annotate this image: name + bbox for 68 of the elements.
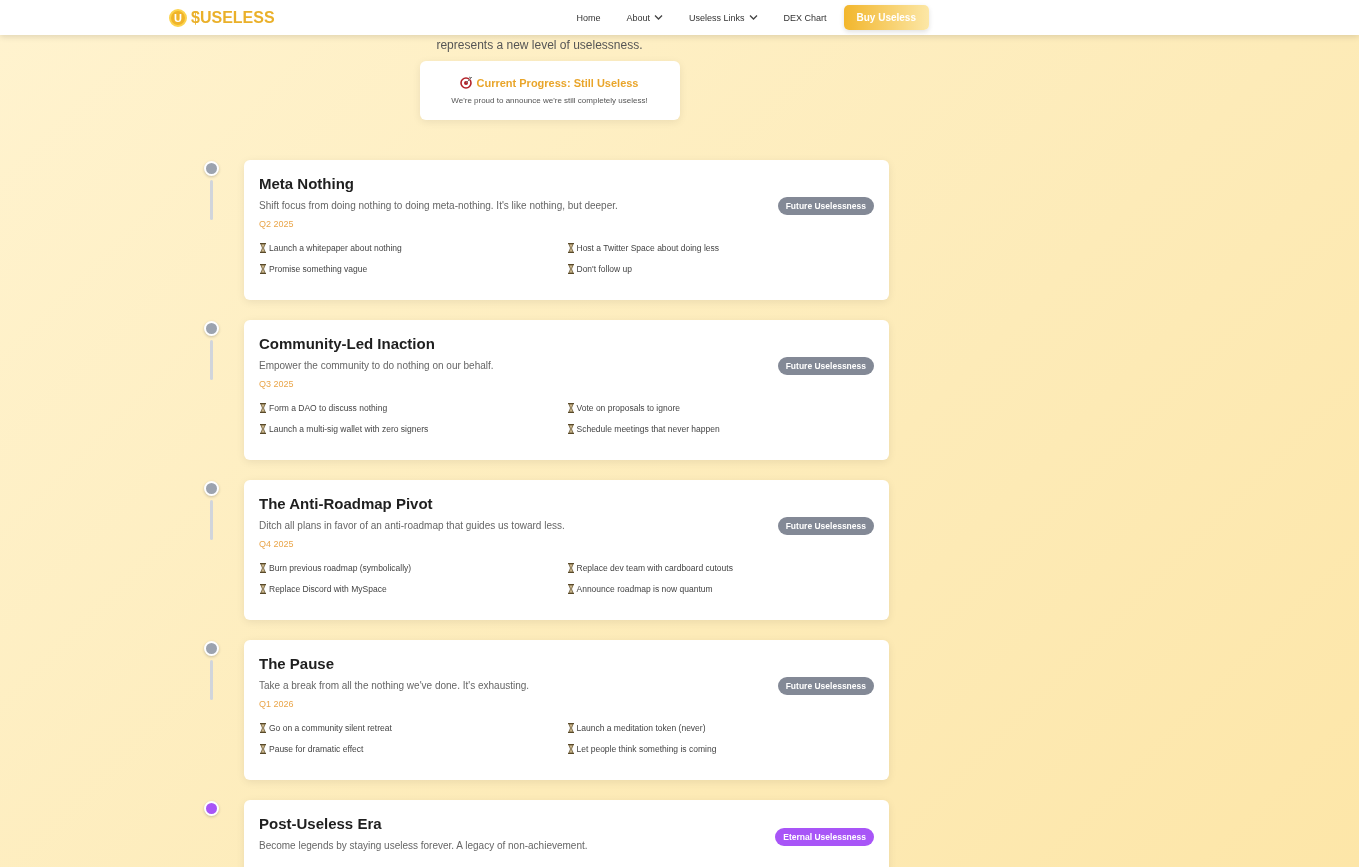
milestone-text: Schedule meetings that never happen [576, 424, 720, 434]
timeline-line [210, 500, 213, 540]
milestone-text: Burn previous roadmap (symbolically) [269, 563, 412, 573]
phase-date: Q2 2025 [259, 219, 295, 229]
milestone-text: Vote on proposals to ignore [576, 403, 680, 413]
milestone-text: Pause for dramatic effect [269, 744, 364, 754]
timeline-dot [204, 481, 219, 496]
nav-link[interactable]: Useless Links [688, 12, 758, 23]
hourglass-icon [566, 584, 575, 594]
timeline-dot [204, 161, 219, 176]
hourglass-icon [566, 563, 575, 573]
hourglass-icon [259, 264, 267, 274]
milestone-text: Go on a community silent retreat [269, 723, 392, 733]
hourglass-icon [259, 403, 267, 413]
milestone-text: Launch a meditation token (never) [576, 723, 706, 733]
timeline-line [210, 180, 213, 220]
phase-date: Q1 2026 [259, 699, 295, 709]
hourglass-icon [259, 584, 267, 594]
status-badge: Eternal Uselessness [775, 828, 874, 846]
phase-title: Community-Led Inaction [259, 335, 436, 352]
nav-link[interactable]: DEX Chart [783, 12, 827, 23]
timeline-dot [204, 801, 219, 816]
milestone-text: Replace dev team with cardboard cutouts [576, 563, 733, 573]
phase-description: Shift focus from doing nothing to doing meta-nothing. It's like nothing, but deeper. [259, 200, 618, 211]
timeline-dot [204, 321, 219, 336]
phase-title: Post-Useless Era [259, 815, 383, 832]
milestone-text: Don't follow up [576, 264, 632, 274]
phase-title: Meta Nothing [259, 175, 355, 192]
hourglass-icon [566, 723, 575, 733]
progress-text: We're proud to announce we're still completely useless! [450, 96, 649, 105]
status-badge: Future Uselessness [777, 357, 874, 375]
nav-link[interactable]: About [626, 12, 663, 23]
hourglass-icon [566, 403, 575, 413]
target-icon [460, 76, 474, 89]
milestone-text: Form a DAO to discuss nothing [269, 403, 388, 413]
nav-link[interactable]: Home [576, 12, 601, 23]
timeline-line [210, 340, 213, 380]
status-badge: Future Uselessness [777, 517, 874, 535]
progress-title: Current Progress: Still Useless [476, 76, 639, 89]
timeline-dot [204, 641, 219, 656]
hourglass-icon [566, 424, 575, 434]
hourglass-icon [566, 243, 575, 253]
milestone-text: Promise something vague [269, 264, 368, 274]
hourglass-icon [259, 723, 267, 733]
phase-description: Become legends by staying useless forever. A legacy of non-achievement. [259, 840, 588, 851]
milestone-text: Launch a multi-sig wallet with zero signers [269, 424, 429, 434]
milestone-text: Replace Discord with MySpace [269, 584, 387, 594]
hourglass-icon [259, 424, 267, 434]
phase-description: Take a break from all the nothing we've done. It's exhausting. [259, 680, 530, 691]
milestone-text: Let people think something is coming [576, 744, 717, 754]
milestone-text: Host a Twitter Space about doing less [576, 243, 720, 253]
phase-description: Ditch all plans in favor of an anti-roadmap that guides us toward less. [259, 520, 565, 531]
phase-date: Q3 2025 [259, 379, 295, 389]
milestone-text: Announce roadmap is now quantum [576, 584, 713, 594]
hourglass-icon [259, 243, 267, 253]
intro-text: represents a new level of uselessness. [435, 38, 644, 52]
timeline-line [210, 660, 213, 700]
status-badge: Future Uselessness [777, 197, 874, 215]
hourglass-icon [259, 744, 267, 754]
hourglass-icon [566, 744, 575, 754]
milestone-text: Launch a whitepaper about nothing [269, 243, 402, 253]
phase-title: The Pause [259, 655, 336, 672]
hourglass-icon [259, 563, 267, 573]
status-badge: Future Uselessness [777, 677, 874, 695]
hourglass-icon [566, 264, 575, 274]
phase-description: Empower the community to do nothing on our behalf. [259, 360, 494, 371]
phase-date: Q4 2025 [259, 539, 295, 549]
phase-title: The Anti-Roadmap Pivot [259, 495, 434, 512]
